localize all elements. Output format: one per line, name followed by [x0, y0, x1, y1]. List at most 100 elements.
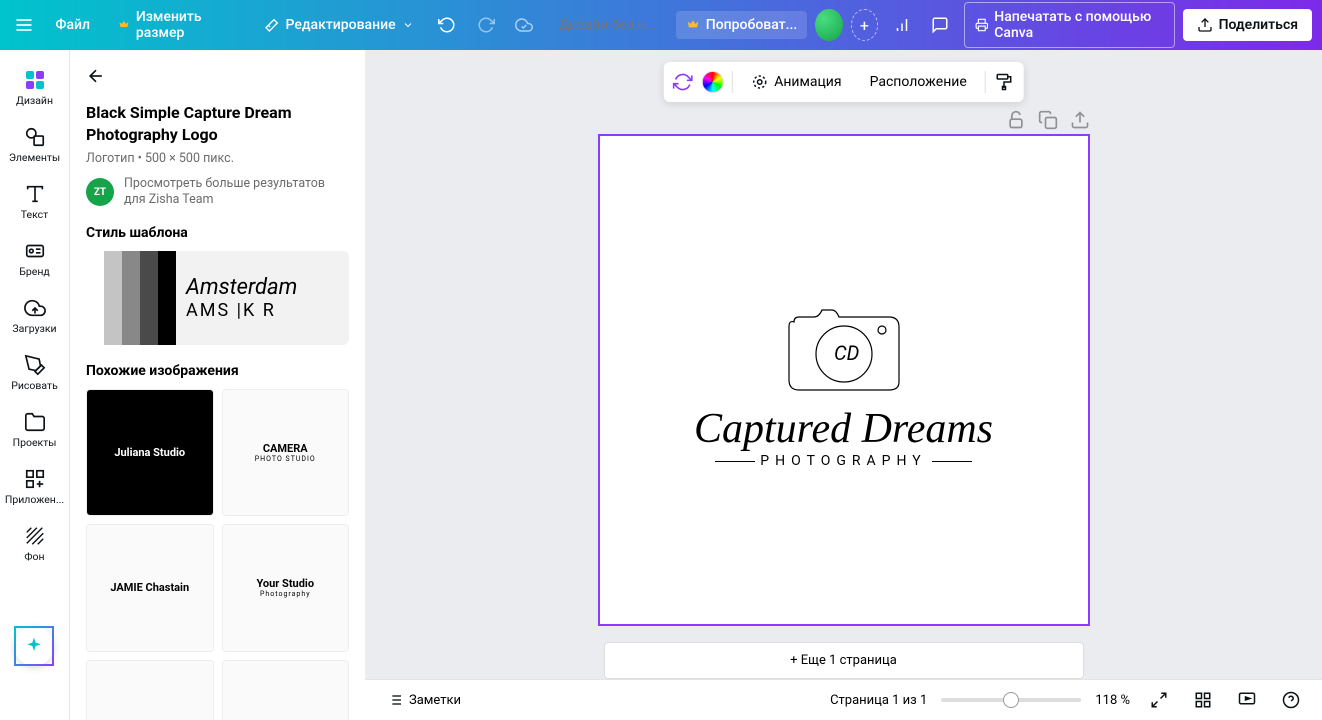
unlock-icon	[1006, 110, 1026, 130]
file-menu-button[interactable]: Файл	[45, 11, 100, 39]
bg-color-button[interactable]	[701, 71, 723, 93]
template-thumb[interactable]	[222, 660, 350, 720]
rail-projects-label: Проекты	[13, 436, 57, 449]
text-icon	[23, 182, 47, 206]
play-icon	[1238, 691, 1256, 709]
notes-button[interactable]: Заметки	[381, 686, 467, 714]
copy-icon	[1038, 110, 1058, 130]
bottom-bar: Заметки Страница 1 из 1 118 %	[365, 679, 1322, 720]
grid-icon	[1194, 691, 1212, 709]
left-rail: Дизайн Элементы Текст Бренд Загрузки Рис…	[0, 50, 70, 720]
cloud-sync-button[interactable]	[509, 7, 540, 43]
rail-text-label: Текст	[21, 208, 48, 221]
style-colors	[86, 251, 176, 345]
background-icon	[23, 524, 47, 548]
analytics-button[interactable]	[886, 7, 917, 43]
ai-assistant-fab[interactable]	[14, 626, 54, 666]
rail-bg-label: Фон	[24, 550, 44, 563]
try-pro-button[interactable]: Попробоват...	[676, 11, 808, 39]
animation-button[interactable]: Анимация	[740, 67, 851, 97]
canvas-page[interactable]: CD Captured Dreams PHOTOGRAPHY	[598, 134, 1090, 626]
rail-projects-button[interactable]: Проекты	[3, 402, 67, 457]
fullscreen-button[interactable]	[1144, 685, 1174, 715]
animation-icon	[750, 73, 768, 91]
rail-brand-button[interactable]: Бренд	[3, 231, 67, 286]
comment-icon	[931, 16, 949, 34]
template-thumb[interactable]: JAMIE Chastain	[86, 524, 214, 652]
rail-design-label: Дизайн	[16, 94, 53, 107]
author-link[interactable]: ZT Просмотреть больше результатов для Zi…	[86, 176, 349, 209]
redo-button[interactable]	[470, 7, 501, 43]
resize-label: Изменить размер	[136, 9, 236, 41]
rail-design-button[interactable]: Дизайн	[3, 60, 67, 115]
position-button[interactable]: Расположение	[860, 68, 977, 96]
magic-switch-button[interactable]	[671, 71, 693, 93]
cloud-check-icon	[515, 16, 533, 34]
back-button[interactable]	[86, 62, 349, 102]
sparkle-icon	[24, 636, 44, 656]
edit-label: Редактирование	[286, 17, 396, 33]
template-meta: Логотип • 500 × 500 пикс.	[86, 151, 349, 166]
crown-icon	[118, 18, 130, 32]
cloud-upload-icon	[23, 296, 47, 320]
undo-button[interactable]	[432, 7, 463, 43]
lock-page-button[interactable]	[1006, 110, 1026, 130]
rail-uploads-label: Загрузки	[12, 322, 56, 335]
rail-bg-button[interactable]: Фон	[3, 516, 67, 571]
rail-text-button[interactable]: Текст	[3, 174, 67, 229]
shapes-icon	[23, 125, 47, 149]
rail-apps-button[interactable]: Приложен...	[3, 459, 67, 514]
context-toolbar: Анимация Расположение	[663, 62, 1024, 102]
user-avatar[interactable]	[815, 9, 842, 41]
author-avatar: ZT	[86, 178, 114, 206]
apps-icon	[23, 467, 47, 491]
template-thumb[interactable]	[86, 660, 214, 720]
style-font-line-2: AMS |K R	[186, 300, 349, 321]
rail-apps-label: Приложен...	[5, 493, 64, 506]
try-pro-label: Попробоват...	[706, 17, 798, 33]
template-thumb[interactable]: Your StudioPhotography	[222, 524, 350, 652]
style-color-swatch	[86, 251, 104, 345]
animation-label: Анимация	[774, 74, 841, 90]
logo-graphic: CD	[774, 292, 914, 397]
help-button[interactable]	[1276, 685, 1306, 715]
share-label: Поделиться	[1219, 17, 1298, 33]
share-button[interactable]: Поделиться	[1183, 9, 1312, 41]
design-name-input[interactable]	[548, 17, 668, 33]
style-copy-button[interactable]	[994, 71, 1016, 93]
divider	[985, 71, 986, 93]
add-member-button[interactable]: +	[851, 9, 879, 41]
add-page-button[interactable]: + Еще 1 страница	[604, 642, 1084, 679]
rail-elements-button[interactable]: Элементы	[3, 117, 67, 172]
resize-button[interactable]: Изменить размер	[108, 3, 246, 47]
style-font-line-1: Amsterdam	[186, 275, 349, 300]
paint-roller-icon	[996, 73, 1014, 91]
grid-view-button[interactable]	[1188, 685, 1218, 715]
printer-icon	[975, 17, 989, 33]
magic-wand-icon	[264, 17, 280, 33]
duplicate-page-button[interactable]	[1038, 110, 1058, 130]
rail-uploads-button[interactable]: Загрузки	[3, 288, 67, 343]
template-style-card[interactable]: Amsterdam AMS |K R	[86, 251, 349, 345]
style-fonts: Amsterdam AMS |K R	[176, 251, 349, 345]
template-title: Black Simple Capture Dream Photography L…	[86, 102, 349, 145]
edit-menu-button[interactable]: Редактирование	[254, 11, 424, 39]
hamburger-icon	[14, 15, 34, 35]
template-thumb[interactable]: Juliana Studio	[86, 389, 214, 517]
comments-button[interactable]	[925, 7, 956, 43]
hamburger-menu-button[interactable]	[10, 9, 37, 41]
template-thumb[interactable]: CAMERAPHOTO STUDIO	[222, 389, 350, 517]
pencil-icon	[23, 353, 47, 377]
rail-elements-label: Элементы	[9, 151, 60, 164]
present-button[interactable]	[1232, 685, 1262, 715]
rail-draw-button[interactable]: Рисовать	[3, 345, 67, 400]
svg-text:CD: CD	[834, 341, 860, 365]
print-button[interactable]: Напечатать с помощью Canva	[964, 2, 1175, 48]
logo-subtitle-text: PHOTOGRAPHY	[730, 453, 956, 469]
sparkle-refresh-icon	[672, 72, 692, 92]
page-tools	[1006, 110, 1090, 130]
style-color-swatch	[122, 251, 140, 345]
position-label: Расположение	[870, 74, 967, 90]
page-options-button[interactable]	[1070, 110, 1090, 130]
zoom-slider[interactable]	[941, 698, 1081, 702]
